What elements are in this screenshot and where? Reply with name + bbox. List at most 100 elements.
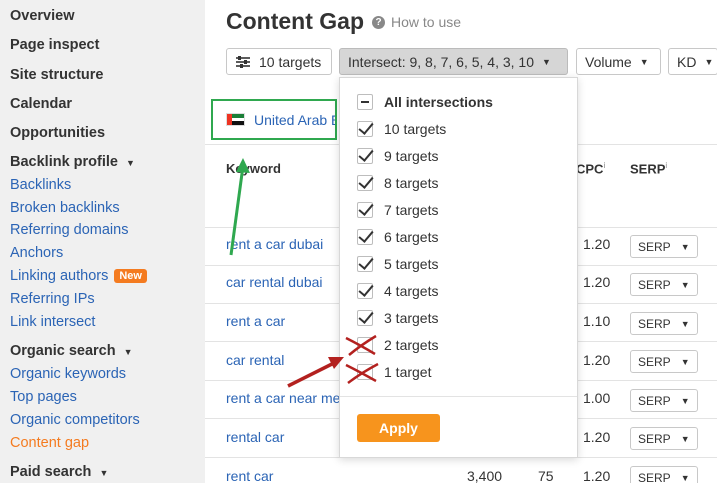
option-3-targets[interactable]: 3 targets xyxy=(357,310,438,326)
volume-value: 3,400 xyxy=(467,468,503,483)
serp-label: SERP xyxy=(638,470,671,483)
apply-button[interactable]: Apply xyxy=(357,414,440,442)
section-label: Organic search xyxy=(10,343,116,359)
serp-button[interactable]: SERP ▼ xyxy=(630,389,698,412)
chevron-down-icon: ▼ xyxy=(680,279,690,290)
serp-button[interactable]: SERP ▼ xyxy=(630,312,698,335)
option-9-targets[interactable]: 9 targets xyxy=(357,148,438,164)
option-label: 9 targets xyxy=(384,148,439,164)
sidebar-link-organic-keywords[interactable]: Organic keywords xyxy=(10,366,126,382)
settings-sliders-icon xyxy=(236,55,250,68)
how-to-use-label: How to use xyxy=(391,14,462,30)
help-icon: ? xyxy=(372,15,385,29)
intersect-dropdown[interactable]: Intersect: 9, 8, 7, 6, 5, 4, 3, 10 ▼ xyxy=(339,48,568,75)
sidebar-item-opportunities[interactable]: Opportunities xyxy=(10,125,105,141)
serp-label: SERP xyxy=(638,277,671,292)
sidebar-link-link-intersect[interactable]: Link intersect xyxy=(10,314,95,330)
targets-button[interactable]: 10 targets xyxy=(226,48,332,75)
column-header-serp[interactable]: SERPi xyxy=(630,161,667,176)
keyword-link[interactable]: rental car xyxy=(226,429,284,445)
column-header-keyword[interactable]: Keyword xyxy=(226,161,281,176)
serp-button[interactable]: SERP ▼ xyxy=(630,466,698,483)
sidebar-link-broken-backlinks[interactable]: Broken backlinks xyxy=(10,200,120,216)
divider xyxy=(340,396,577,397)
option-label: 10 targets xyxy=(384,121,447,137)
column-header-cpc[interactable]: CPCi xyxy=(576,161,605,176)
option-2-targets[interactable]: 2 targets xyxy=(357,337,438,353)
sidebar-item-site-structure[interactable]: Site structure xyxy=(10,67,103,83)
sidebar-link-linking-authors[interactable]: Linking authors New xyxy=(10,268,147,284)
sidebar-link-backlinks[interactable]: Backlinks xyxy=(10,177,71,193)
keyword-link[interactable]: rent a car dubai xyxy=(226,236,323,252)
chevron-down-icon: ▼ xyxy=(126,158,135,168)
intersect-label: Intersect: 9, 8, 7, 6, 5, 4, 3, 10 xyxy=(348,53,534,70)
checkbox[interactable] xyxy=(357,256,373,272)
option-label: 7 targets xyxy=(384,202,439,218)
keyword-link[interactable]: rent car xyxy=(226,468,273,483)
cpc-value: 1.20 xyxy=(583,429,611,445)
sidebar-item-overview[interactable]: Overview xyxy=(10,8,75,24)
serp-button[interactable]: SERP ▼ xyxy=(630,273,698,296)
sidebar-item-calendar[interactable]: Calendar xyxy=(10,96,72,112)
kd-dropdown[interactable]: KD ▼ xyxy=(668,48,717,75)
option-label: 5 targets xyxy=(384,256,439,272)
option-8-targets[interactable]: 8 targets xyxy=(357,175,438,191)
option-label: 1 target xyxy=(384,364,432,380)
cpc-value: 1.20 xyxy=(583,468,611,483)
sidebar-section-organic-search[interactable]: Organic search ▼ xyxy=(10,343,133,359)
keyword-link[interactable]: rent a car xyxy=(226,313,285,329)
checkbox[interactable] xyxy=(357,337,373,353)
option-1-target[interactable]: 1 target xyxy=(357,364,431,380)
option-4-targets[interactable]: 4 targets xyxy=(357,283,438,299)
option-label: 8 targets xyxy=(384,175,439,191)
chevron-down-icon: ▼ xyxy=(680,356,690,367)
serp-label: SERP xyxy=(638,316,671,331)
how-to-use-link[interactable]: ? How to use xyxy=(372,14,461,30)
serp-label: SERP xyxy=(638,393,671,408)
option-7-targets[interactable]: 7 targets xyxy=(357,202,438,218)
keyword-link[interactable]: rent a car near me xyxy=(226,390,340,406)
option-10-targets[interactable]: 10 targets xyxy=(357,121,446,137)
sidebar-link-top-pages[interactable]: Top pages xyxy=(10,389,77,405)
checkbox[interactable] xyxy=(357,310,373,326)
option-label: 2 targets xyxy=(384,337,439,353)
chevron-down-icon: ▼ xyxy=(680,395,690,406)
sidebar-section-paid-search[interactable]: Paid search ▼ xyxy=(10,464,108,480)
option-6-targets[interactable]: 6 targets xyxy=(357,229,438,245)
country-selector[interactable]: United Arab E xyxy=(211,99,337,140)
serp-button[interactable]: SERP ▼ xyxy=(630,427,698,450)
sidebar-link-content-gap[interactable]: Content gap xyxy=(10,435,89,451)
volume-dropdown[interactable]: Volume ▼ xyxy=(576,48,661,75)
sidebar-link-anchors[interactable]: Anchors xyxy=(10,245,63,261)
option-all-intersections[interactable]: All intersections xyxy=(357,94,493,110)
section-label: Paid search xyxy=(10,464,92,480)
kd-value: 75 xyxy=(538,468,554,483)
intersect-menu: All intersections 10 targets 9 targets 8… xyxy=(339,77,578,458)
link-label: Linking authors xyxy=(10,268,109,284)
checkbox[interactable] xyxy=(357,148,373,164)
chevron-down-icon: ▼ xyxy=(99,468,109,478)
sidebar-link-referring-ips[interactable]: Referring IPs xyxy=(10,291,95,307)
section-label: Backlink profile xyxy=(10,154,118,170)
sidebar-section-backlink-profile[interactable]: Backlink profile ▼ xyxy=(10,154,135,170)
checkbox[interactable] xyxy=(357,283,373,299)
chevron-down-icon: ▼ xyxy=(704,56,714,67)
page-title: Content Gap xyxy=(226,8,364,34)
serp-button[interactable]: SERP ▼ xyxy=(630,350,698,373)
checkbox[interactable] xyxy=(357,94,373,110)
checkbox[interactable] xyxy=(357,121,373,137)
keyword-link[interactable]: car rental xyxy=(226,352,284,368)
checkbox[interactable] xyxy=(357,364,373,380)
option-5-targets[interactable]: 5 targets xyxy=(357,256,438,272)
checkbox[interactable] xyxy=(357,202,373,218)
checkbox[interactable] xyxy=(357,175,373,191)
option-label: 4 targets xyxy=(384,283,439,299)
keyword-link[interactable]: car rental dubai xyxy=(226,274,323,290)
sidebar-link-referring-domains[interactable]: Referring domains xyxy=(10,222,128,238)
sidebar-item-page-inspect[interactable]: Page inspect xyxy=(10,37,99,53)
sidebar-link-organic-competitors[interactable]: Organic competitors xyxy=(10,412,140,428)
serp-label: SERP xyxy=(638,431,671,446)
targets-label: 10 targets xyxy=(259,53,322,70)
serp-button[interactable]: SERP ▼ xyxy=(630,235,698,258)
checkbox[interactable] xyxy=(357,229,373,245)
